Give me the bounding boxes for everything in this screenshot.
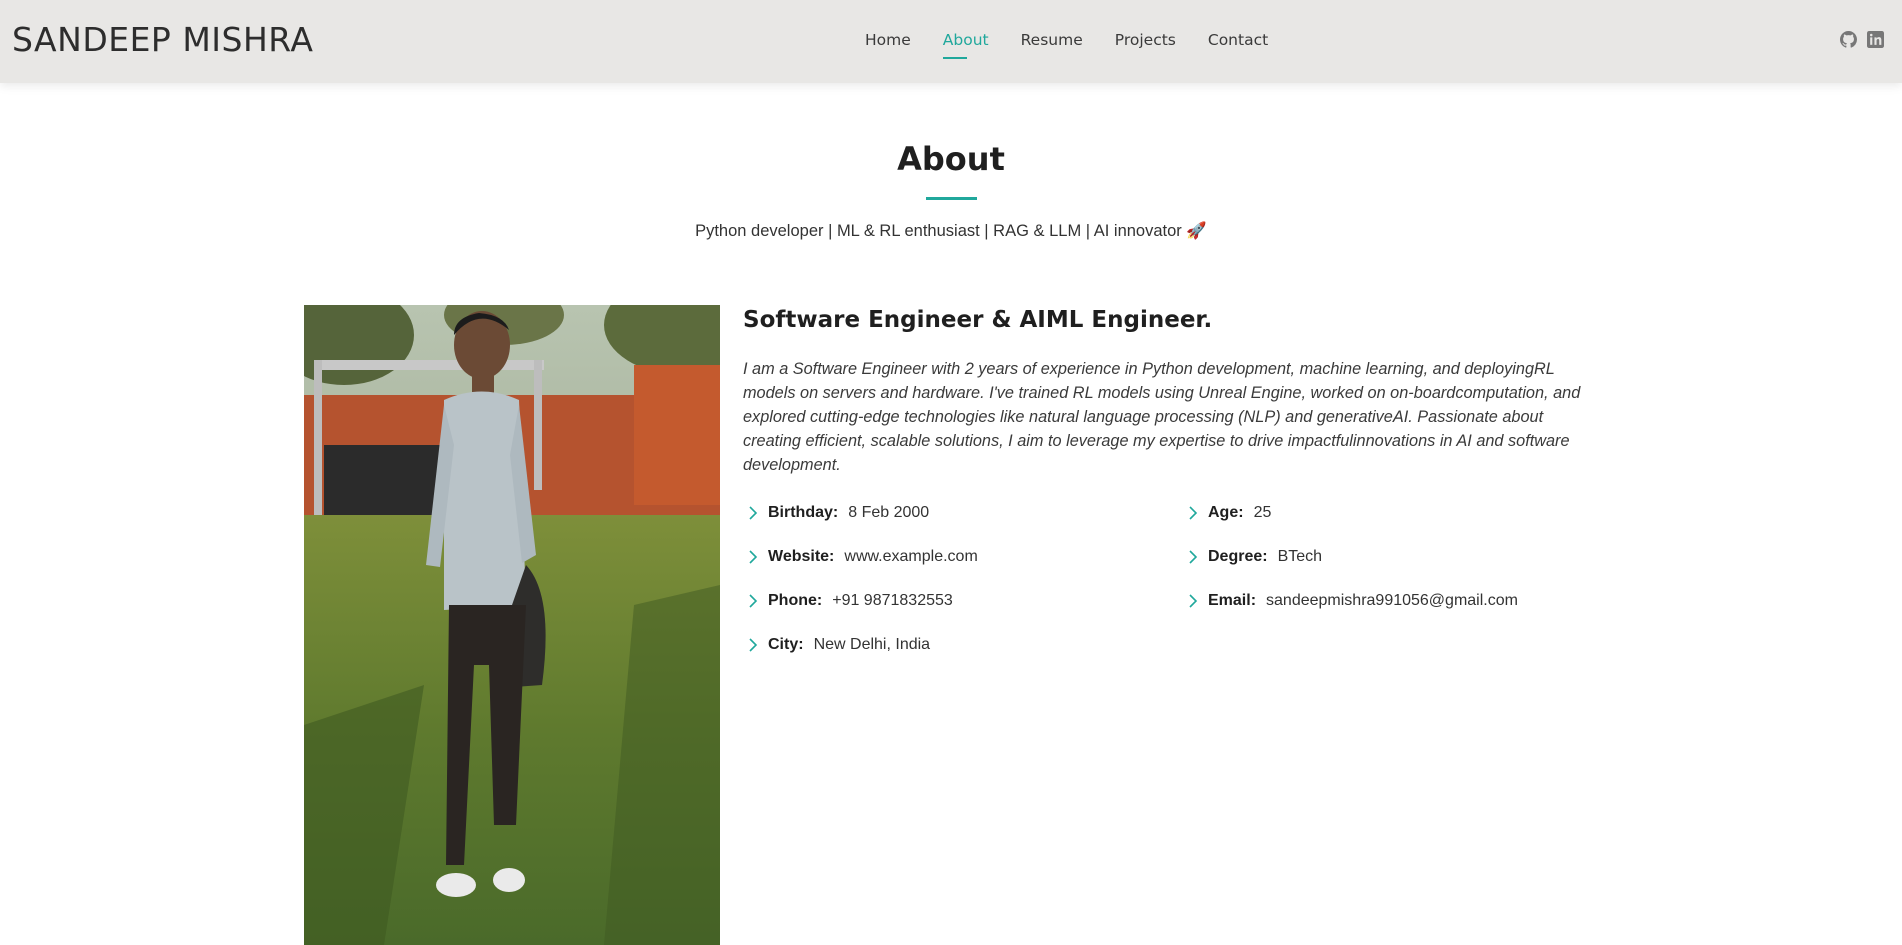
chevron-right-icon: [1189, 594, 1198, 608]
chevron-right-icon: [749, 550, 758, 564]
fact-label: City:: [768, 636, 804, 653]
fact-value: 25: [1253, 504, 1272, 521]
fact-birthday: Birthday: 8 Feb 2000: [743, 501, 1183, 525]
fact-value: New Delhi, India: [813, 636, 931, 653]
about-content: Software Engineer & AIML Engineer. I am …: [743, 305, 1593, 657]
site-header: SANDEEP MISHRA Home About Resume Project…: [0, 0, 1902, 83]
fact-city: City: New Delhi, India: [743, 633, 1183, 657]
fact-value: 8 Feb 2000: [848, 504, 930, 521]
chevron-right-icon: [1189, 506, 1198, 520]
fact-value: sandeepmishra991056@gmail.com: [1266, 592, 1518, 609]
main-nav: Home About Resume Projects Contact: [865, 0, 1300, 83]
chevron-right-icon: [749, 638, 758, 652]
fact-value: +91 9871832553: [832, 592, 953, 609]
fact-label: Birthday:: [768, 504, 839, 521]
fact-website: Website: www.example.com: [743, 545, 1183, 569]
linkedin-icon[interactable]: [1867, 31, 1884, 48]
github-icon[interactable]: [1840, 31, 1857, 48]
fact-phone: Phone: +91 9871832553: [743, 589, 1183, 613]
bio-text: I am a Software Engineer with 2 years of…: [743, 360, 1581, 474]
title-underline: [926, 197, 977, 200]
fact-value: BTech: [1277, 548, 1323, 565]
nav-resume[interactable]: Resume: [1021, 0, 1083, 83]
section-title: About: [897, 140, 1005, 178]
fact-label: Email:: [1208, 592, 1257, 609]
profile-photo-illustration: [304, 305, 720, 945]
nav-projects[interactable]: Projects: [1115, 0, 1176, 83]
fact-label: Phone:: [768, 592, 823, 609]
chevron-right-icon: [1189, 550, 1198, 564]
nav-about[interactable]: About: [942, 0, 989, 83]
fact-degree: Degree: BTech: [1183, 545, 1583, 569]
headline: Software Engineer & AIML Engineer.: [743, 307, 1213, 333]
nav-contact[interactable]: Contact: [1208, 0, 1268, 83]
fact-age: Age: 25: [1183, 501, 1583, 525]
chevron-right-icon: [749, 506, 758, 520]
nav-home[interactable]: Home: [865, 0, 911, 83]
fact-email: Email: sandeepmishra991056@gmail.com: [1183, 589, 1583, 613]
facts-list: Birthday: 8 Feb 2000 Age: 25 Website: ww…: [743, 501, 1593, 657]
fact-label: Website:: [768, 548, 835, 565]
social-links: [1840, 31, 1884, 48]
site-logo[interactable]: SANDEEP MISHRA: [12, 20, 313, 59]
profile-photo: [304, 305, 720, 945]
chevron-right-icon: [749, 594, 758, 608]
fact-label: Degree:: [1208, 548, 1268, 565]
fact-value: www.example.com: [844, 548, 978, 565]
fact-label: Age:: [1208, 504, 1244, 521]
tagline: Python developer | ML & RL enthusiast | …: [695, 222, 1207, 240]
